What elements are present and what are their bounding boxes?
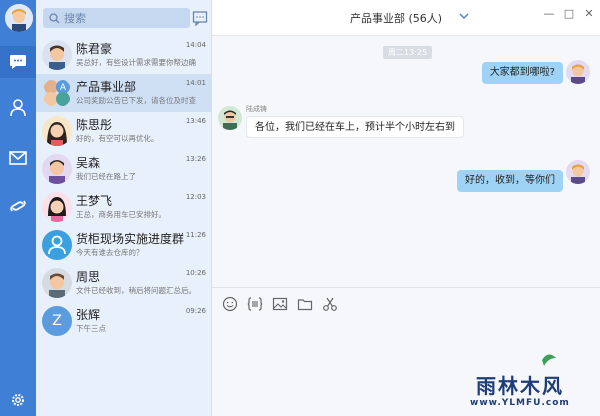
female-face-avatar (42, 116, 72, 146)
letter-z-avatar: Z (42, 306, 72, 336)
conversation-name: 陈君豪 (76, 42, 113, 56)
search-icon (49, 12, 60, 23)
conversation-preview: 今天有谁去仓库的？ (76, 248, 144, 257)
watermark-url: www.YLMFU.com (470, 398, 570, 408)
group-avatar-letter-a: A (42, 78, 72, 108)
my-message-avatar (566, 160, 590, 184)
compose-message-icon[interactable] (192, 10, 208, 26)
conversation-item[interactable]: 陈思彤 13:46 好的，有空可以再优化。 (36, 112, 212, 150)
conversation-time: 12:03 (185, 193, 206, 201)
chevron-down-icon[interactable] (459, 13, 469, 19)
conversation-preview: 文件已经收到，稍后将问题汇总后。 (76, 286, 196, 295)
chat-titlebar: 产品事业部 (56人) — □ ✕ (212, 0, 600, 36)
search-input[interactable]: 搜索 (43, 8, 190, 28)
timestamp-divider: 周二13:25 (383, 46, 433, 59)
sender-name: 陆成铸 (246, 105, 267, 113)
conversation-name: 产品事业部 (76, 80, 137, 94)
conversation-item[interactable]: 陈君豪 14:04 吴总好，有些设计需求需要你帮边确 (36, 36, 212, 74)
nav-rail (0, 0, 36, 416)
conversation-preview: 公司奖励公告已下发，请各位及时查 (76, 96, 196, 105)
conversation-time: 14:04 (185, 41, 206, 49)
minimize-button[interactable]: — (542, 6, 556, 20)
outgoing-message: 好的，收到，等你们 (457, 170, 563, 192)
conversation-name: 王梦飞 (76, 194, 113, 208)
link-icon (10, 200, 26, 212)
conversation-time: 13:46 (185, 117, 206, 125)
close-button[interactable]: ✕ (582, 6, 596, 20)
nav-links[interactable] (0, 190, 36, 222)
male-face-avatar (42, 40, 72, 70)
avatar-initial: Z (52, 313, 62, 329)
gear-icon (12, 394, 24, 406)
conversation-name: 陈思彤 (76, 118, 113, 132)
conversation-item[interactable]: 周思 10:26 文件已经收到，稍后将问题汇总后。 (36, 264, 212, 302)
conversation-name: 张辉 (76, 308, 101, 322)
watermark-logo: 雨林木风 www.YLMFU.com (456, 350, 600, 416)
conversation-item-selected[interactable]: A 产品事业部 14:01 公司奖励公告已下发，请各位及时查 (36, 74, 212, 112)
person-icon (10, 99, 26, 117)
conversation-time: 13:26 (185, 155, 206, 163)
conversation-preview: 好的，有空可以再优化。 (76, 134, 159, 143)
nav-settings[interactable] (0, 384, 36, 416)
conversation-name: 周思 (76, 270, 101, 284)
conversation-preview: 我们已经在路上了 (76, 172, 136, 181)
conversation-time: 10:26 (185, 269, 206, 277)
maximize-button[interactable]: □ (562, 6, 576, 20)
conversation-preview: 下午三点 (76, 324, 106, 333)
conversation-preview: 吴总好，有些设计需求需要你帮边确 (76, 58, 196, 67)
male-face-avatar (42, 154, 72, 184)
watermark-brand: 雨林木风 (476, 374, 564, 398)
incoming-message: 各位，我们已经在车上，预计半个小时左右到 (246, 116, 464, 138)
conversation-item[interactable]: Z 张辉 09:26 下午三点 (36, 302, 212, 340)
folder-icon[interactable] (297, 296, 313, 312)
outgoing-message: 大家都到哪啦? (481, 62, 563, 84)
chat-bubble-icon (10, 55, 26, 69)
emoji-icon[interactable] (222, 296, 238, 312)
group-people-avatar (42, 230, 72, 260)
sender-avatar (218, 106, 242, 130)
chat-title: 产品事业部 (56人) (350, 12, 443, 25)
male-face-avatar (42, 268, 72, 298)
conversation-item[interactable]: 吴森 13:26 我们已经在路上了 (36, 150, 212, 188)
conversation-preview: 王总，商务用车已安排好。 (76, 210, 166, 219)
image-icon[interactable] (272, 296, 288, 312)
my-avatar[interactable] (5, 4, 33, 32)
search-placeholder: 搜索 (64, 12, 86, 25)
scissors-icon[interactable] (322, 296, 338, 312)
conversation-time: 09:26 (185, 307, 206, 315)
conversation-item[interactable]: 王梦飞 12:03 王总，商务用车已安排好。 (36, 188, 212, 226)
conversation-time: 11:26 (185, 231, 206, 239)
female-face-avatar (42, 192, 72, 222)
nav-mail[interactable] (0, 142, 36, 174)
envelope-icon (9, 151, 27, 165)
conversation-name: 吴森 (76, 156, 101, 170)
conversation-name: 货柜现场实施进度群 (76, 232, 185, 246)
nav-contacts[interactable] (0, 92, 36, 124)
conversation-time: 14:01 (185, 79, 206, 87)
conversation-item[interactable]: 货柜现场实施进度群 11:26 今天有谁去仓库的？ (36, 226, 212, 264)
my-message-avatar (566, 60, 590, 84)
svg-text:A: A (60, 83, 67, 93)
code-snippet-icon[interactable] (247, 296, 263, 312)
nav-messages[interactable] (0, 46, 36, 78)
conversation-list: 搜索 陈君豪 14:04 吴总好，有些设计需求需要你帮边确 A 产品事业部 14… (36, 0, 212, 416)
